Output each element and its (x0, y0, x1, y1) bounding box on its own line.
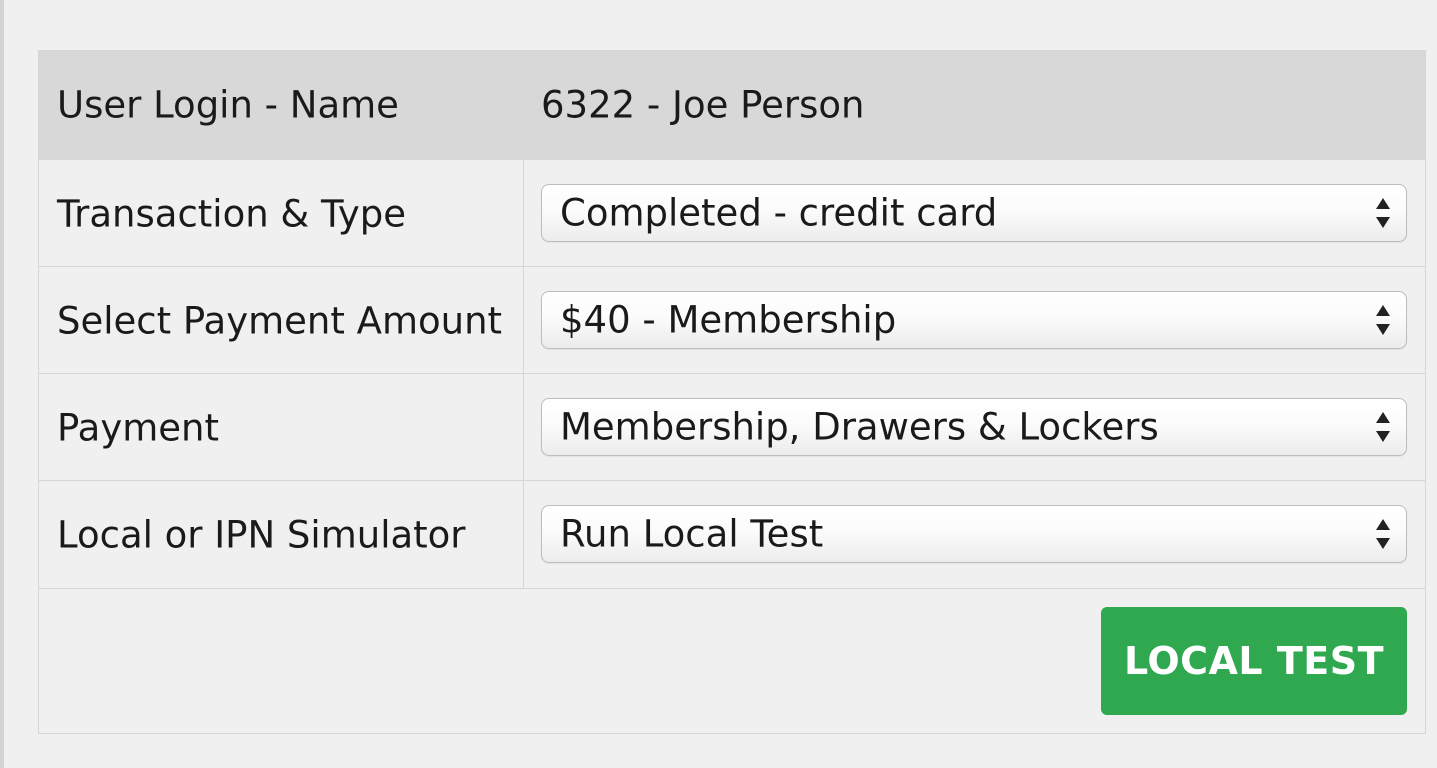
page: User Login - Name 6322 - Joe Person Tran… (0, 0, 1437, 768)
payment-row: Payment Membership, Drawers & Lockers (39, 373, 1425, 481)
local-test-button[interactable]: LOCAL TEST (1101, 607, 1407, 715)
payment-value: Membership, Drawers & Lockers (560, 405, 1159, 449)
payment-select[interactable]: Membership, Drawers & Lockers (541, 398, 1407, 456)
column-divider (523, 374, 524, 481)
user-login-row: User Login - Name 6322 - Joe Person (39, 51, 1425, 159)
payment-amount-label: Select Payment Amount (57, 299, 503, 342)
transaction-type-label: Transaction & Type (57, 192, 407, 235)
up-down-chevron-icon (1376, 519, 1390, 549)
action-row: LOCAL TEST (39, 588, 1425, 734)
simulator-select[interactable]: Run Local Test (541, 505, 1407, 563)
payment-amount-select[interactable]: $40 - Membership (541, 291, 1407, 349)
column-divider (523, 160, 524, 267)
column-divider (523, 267, 524, 374)
column-divider (523, 481, 524, 588)
simulator-label: Local or IPN Simulator (57, 513, 466, 556)
simulator-value: Run Local Test (560, 512, 824, 556)
up-down-chevron-icon (1376, 305, 1390, 335)
user-login-label: User Login - Name (57, 83, 399, 127)
transaction-type-select[interactable]: Completed - credit card (541, 184, 1407, 242)
payment-amount-value: $40 - Membership (560, 298, 897, 342)
up-down-chevron-icon (1376, 198, 1390, 228)
payment-label: Payment (57, 406, 219, 449)
up-down-chevron-icon (1376, 412, 1390, 442)
user-login-value: 6322 - Joe Person (541, 83, 865, 127)
transaction-type-row: Transaction & Type Completed - credit ca… (39, 159, 1425, 267)
simulator-row: Local or IPN Simulator Run Local Test (39, 480, 1425, 588)
transaction-type-value: Completed - credit card (560, 191, 998, 235)
payment-amount-row: Select Payment Amount $40 - Membership (39, 266, 1425, 374)
ipn-test-form: User Login - Name 6322 - Joe Person Tran… (38, 50, 1426, 734)
window-edge (0, 0, 4, 768)
